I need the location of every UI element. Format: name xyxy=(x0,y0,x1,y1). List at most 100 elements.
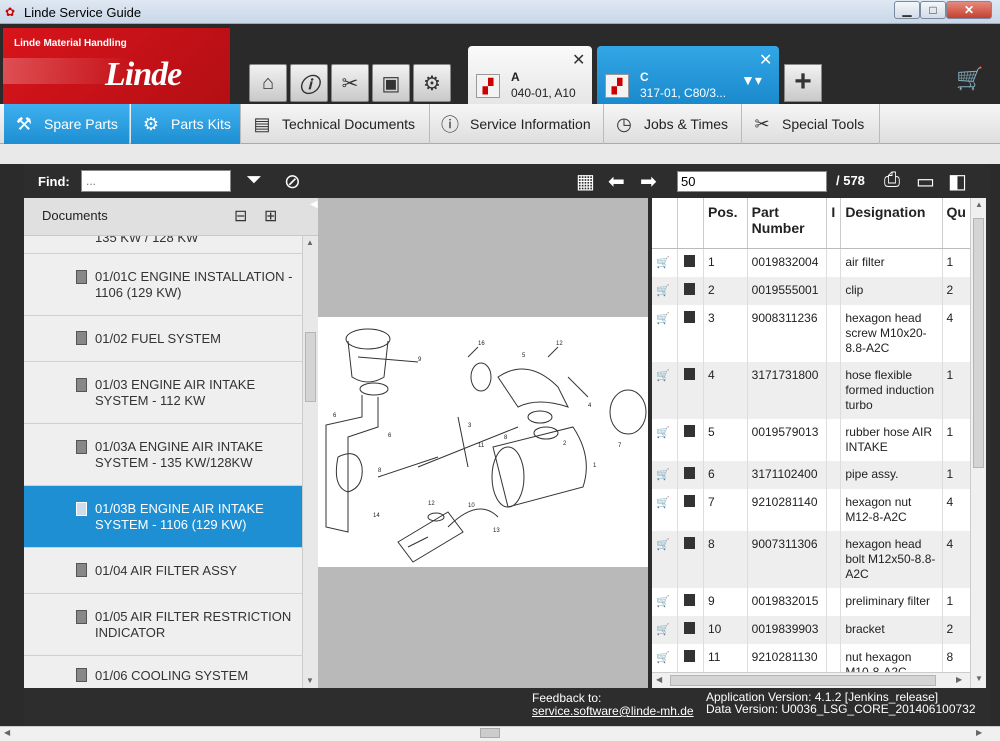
document-icon[interactable] xyxy=(677,530,704,588)
scroll-down-icon[interactable]: ▼ xyxy=(975,674,983,683)
nav-parts-kits[interactable]: ⚙ Parts Kits xyxy=(131,104,241,144)
document-item[interactable]: 01/06 COOLING SYSTEM xyxy=(24,656,302,688)
table-row[interactable]: 🛒 5 0019579013 rubber hose AIR INTAKE 1 xyxy=(652,418,970,461)
col-part-number[interactable]: Part Number xyxy=(747,198,828,249)
cart-icon[interactable]: 🛒 xyxy=(652,460,679,489)
document-item[interactable]: 01/02 FUEL SYSTEM xyxy=(24,316,302,362)
layout-single-icon[interactable]: ▭ xyxy=(916,169,935,194)
tools-button[interactable]: ✂ xyxy=(331,64,369,102)
vehicle-tab-a[interactable]: ✕ ▞ A 040-01, A10 xyxy=(468,46,592,104)
expand-all-icon[interactable]: ⊞ xyxy=(264,206,277,226)
filter-icon[interactable]: ⏷ xyxy=(246,169,262,192)
collapse-all-icon[interactable]: ⊟ xyxy=(234,206,247,226)
designation-cell: hose flexible formed induction turbo xyxy=(840,361,943,419)
table-row[interactable]: 🛒 6 3171102400 pipe assy. 1 xyxy=(652,460,970,489)
layout-split-icon[interactable]: ◧ xyxy=(948,169,967,194)
page-number-input[interactable] xyxy=(677,171,827,192)
document-icon[interactable] xyxy=(677,488,704,531)
find-input[interactable] xyxy=(81,170,231,192)
close-tab-c-icon[interactable]: ✕ xyxy=(759,50,772,70)
close-tab-a-icon[interactable]: ✕ xyxy=(572,50,585,70)
nav-technical-documents[interactable]: ▤ Technical Documents xyxy=(242,104,430,144)
document-item[interactable]: 01/03A ENGINE AIR INTAKE SYSTEM - 135 KW… xyxy=(24,424,302,486)
table-row[interactable]: 🛒 4 3171731800 hose flexible formed inducti… xyxy=(652,361,970,419)
scroll-right-icon[interactable]: ▶ xyxy=(976,728,982,737)
document-icon[interactable] xyxy=(677,304,704,362)
cart-icon[interactable]: 🛒 xyxy=(652,530,679,588)
designation-cell: clip xyxy=(840,276,943,305)
window-bottom-scrollbar[interactable]: ◀ ▶ xyxy=(0,726,1000,741)
cart-icon[interactable]: 🛒 xyxy=(652,488,679,531)
document-icon[interactable] xyxy=(677,615,704,644)
vehicle-tab-c[interactable]: ✕ ▞ C 317-01, C80/3... ▼▾ xyxy=(597,46,779,104)
info-button[interactable]: ⓘ xyxy=(290,64,328,102)
cart-icon[interactable]: 🛒 xyxy=(652,248,679,277)
document-icon[interactable] xyxy=(677,587,704,616)
parts-horizontal-scrollbar[interactable]: ◀ ▶ xyxy=(652,672,970,688)
designation-cell: air filter xyxy=(840,248,943,277)
cart-icon[interactable]: 🛒 xyxy=(652,361,679,419)
table-row[interactable]: 🛒 8 9007311306 hexagon head bolt M12x50-8.8… xyxy=(652,530,970,588)
cart-icon[interactable]: 🛒 xyxy=(956,66,983,92)
document-icon[interactable] xyxy=(677,248,704,277)
toolbox-button[interactable]: ▣ xyxy=(372,64,410,102)
home-button[interactable]: ⌂ xyxy=(249,64,287,102)
document-item-partial[interactable]: 135 KW / 128 KW xyxy=(24,236,302,254)
filter-dropdown-icon[interactable]: ▼▾ xyxy=(741,72,762,89)
clear-filter-icon[interactable]: ⊘ xyxy=(284,169,301,194)
nav-special-tools[interactable]: ✂ Special Tools xyxy=(742,104,880,144)
scroll-thumb[interactable] xyxy=(973,218,984,468)
arrow-left-icon[interactable]: ⬅ xyxy=(608,169,625,194)
document-item-selected[interactable]: 01/03B ENGINE AIR INTAKE SYSTEM - 1106 (… xyxy=(24,486,302,548)
scroll-thumb[interactable] xyxy=(480,728,500,738)
table-row[interactable]: 🛒 9 0019832015 preliminary filter 1 xyxy=(652,587,970,616)
document-icon[interactable] xyxy=(677,276,704,305)
col-designation[interactable]: Designation xyxy=(840,198,943,249)
notes-icon[interactable]: ▦ xyxy=(576,169,595,194)
document-icon[interactable] xyxy=(677,418,704,461)
document-item[interactable]: 01/04 AIR FILTER ASSY xyxy=(24,548,302,594)
minimize-button[interactable]: ▁ xyxy=(894,1,920,19)
nav-jobs-times[interactable]: ◷ Jobs & Times xyxy=(604,104,742,144)
scroll-thumb[interactable] xyxy=(305,332,316,402)
cart-icon[interactable]: 🛒 xyxy=(652,276,679,305)
document-item[interactable]: 01/03 ENGINE AIR INTAKE SYSTEM - 112 KW xyxy=(24,362,302,424)
settings-button[interactable]: ⚙ xyxy=(413,64,451,102)
close-window-button[interactable]: ✕ xyxy=(946,1,992,19)
col-pos[interactable]: Pos. xyxy=(703,198,748,249)
scroll-down-icon[interactable]: ▼ xyxy=(306,676,314,685)
nav-service-information[interactable]: ⓘ Service Information xyxy=(430,104,604,144)
feedback-email-link[interactable]: service.software@linde-mh.de xyxy=(532,704,694,718)
scroll-thumb[interactable] xyxy=(670,675,936,686)
document-item[interactable]: 01/01C ENGINE INSTALLATION - 1106 (129 K… xyxy=(24,254,302,316)
designation-cell: rubber hose AIR INTAKE xyxy=(840,418,943,461)
nav-spare-parts[interactable]: ⚒ Spare Parts xyxy=(4,104,130,144)
col-qty[interactable]: Qu xyxy=(942,198,970,249)
document-icon[interactable] xyxy=(677,361,704,419)
maximize-button[interactable]: □ xyxy=(920,1,946,19)
add-tab-button[interactable]: + xyxy=(784,64,822,102)
arrow-right-icon[interactable]: ➡ xyxy=(640,169,657,194)
scroll-left-icon[interactable]: ◀ xyxy=(656,675,662,684)
parts-vertical-scrollbar[interactable]: ▲ ▼ xyxy=(970,198,986,688)
document-item[interactable]: 01/05 AIR FILTER RESTRICTION INDICATOR xyxy=(24,594,302,656)
table-row[interactable]: 🛒 3 9008311236 hexagon head screw M10x20-8.… xyxy=(652,304,970,362)
cart-icon[interactable]: 🛒 xyxy=(652,304,679,362)
table-row[interactable]: 🛒 2 0019555001 clip 2 xyxy=(652,276,970,305)
documents-scrollbar[interactable]: ▲ ▼ xyxy=(302,236,318,688)
document-icon[interactable] xyxy=(677,460,704,489)
cart-icon[interactable]: 🛒 xyxy=(652,615,679,644)
cart-icon[interactable]: 🛒 xyxy=(652,587,679,616)
collapse-panel-icon[interactable]: ◀ xyxy=(310,199,318,210)
table-row[interactable]: 🛒 10 0019839903 bracket 2 xyxy=(652,615,970,644)
scroll-up-icon[interactable]: ▲ xyxy=(975,200,983,209)
col-i[interactable]: I xyxy=(826,198,842,249)
table-row[interactable]: 🛒 7 9210281140 hexagon nut M12-8-A2C 4 xyxy=(652,488,970,531)
scroll-up-icon[interactable]: ▲ xyxy=(306,238,314,247)
exploded-view-drawing[interactable]: 9 5 12 16 6 3 4 1 8 11 14 13 12 10 6 8 2 7 xyxy=(318,317,648,567)
scroll-right-icon[interactable]: ▶ xyxy=(956,675,962,684)
scroll-left-icon[interactable]: ◀ xyxy=(4,728,10,737)
print-icon[interactable]: ⎙ xyxy=(884,169,900,192)
cart-icon[interactable]: 🛒 xyxy=(652,418,679,461)
table-row[interactable]: 🛒 1 0019832004 air filter 1 xyxy=(652,248,970,277)
